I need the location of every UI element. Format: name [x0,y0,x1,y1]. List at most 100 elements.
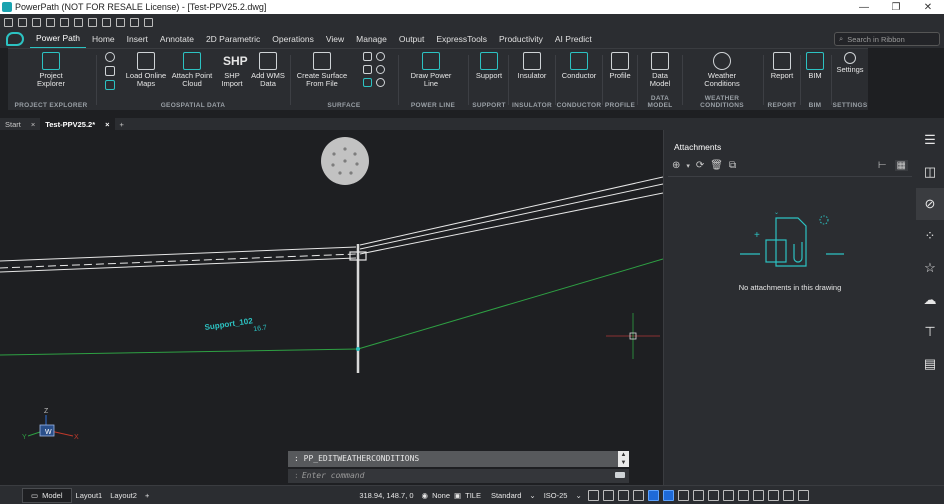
close-window-button[interactable]: ✕ [912,2,944,13]
shp-import-button[interactable]: SHP SHP Import [214,52,250,88]
data-model-button[interactable]: Data Model [642,52,678,88]
lineweight-value[interactable]: None [432,491,450,500]
tab-productivity[interactable]: Productivity [493,30,549,48]
snap-icon[interactable] [587,489,599,501]
command-input[interactable]: : Enter command [288,469,629,483]
new-file-icon[interactable] [4,17,13,27]
structure-tree-icon[interactable]: ⊤ [916,316,944,348]
lineweight-display-icon[interactable] [677,489,689,501]
plot-icon[interactable] [74,17,83,27]
tab-home[interactable]: Home [86,30,121,48]
blocks-icon[interactable]: ⁘ [916,220,944,252]
isolate-objects-icon[interactable] [752,489,764,501]
dim-style-select[interactable]: ISO-25 [540,491,572,500]
new-tab-button[interactable]: + [115,118,129,130]
surface-tools-grid[interactable] [354,52,394,87]
tab-insert[interactable]: Insert [121,30,154,48]
tab-power-path[interactable]: Power Path [30,29,86,49]
tab-expresstools[interactable]: ExpressTools [430,30,493,48]
support-button[interactable]: Support [470,52,508,80]
conductor-button[interactable]: Conductor [556,52,602,80]
polar-icon[interactable] [632,489,644,501]
load-online-maps-button[interactable]: Load Online Maps [124,52,168,88]
tile-icon[interactable]: ▣ [450,491,465,500]
save-as-icon[interactable] [46,17,55,27]
tab-manage[interactable]: Manage [350,30,393,48]
library-icon[interactable]: ▤ [916,348,944,380]
drawing-canvas[interactable]: Support_102 16.7 Z X Y W [0,130,663,485]
tab-model[interactable]: ▭ Model [22,487,72,503]
refresh-icon[interactable]: ⟳ [696,160,704,174]
profile-button[interactable]: Profile [603,52,637,80]
delete-icon[interactable]: 🗑 [710,160,723,174]
tab-view[interactable]: View [320,30,350,48]
customize-status-icon[interactable] [797,489,809,501]
add-layout-button[interactable]: + [141,491,153,500]
insulator-button[interactable]: Insulator [509,52,555,80]
table-view-icon[interactable]: ▦ [894,160,908,171]
attach-point-cloud-button[interactable]: Attach Point Cloud [170,52,214,88]
layers-icon[interactable]: ◫ [916,156,944,188]
tab-layout2[interactable]: Layout2 [106,491,141,500]
tab-drawing[interactable]: Test-PPV25.2* × [40,118,115,130]
tab-operations[interactable]: Operations [266,30,320,48]
ribbon-search-input[interactable]: ⌕ Search in Ribbon [834,32,940,46]
text-style-dropdown-icon[interactable]: ⌄ [525,491,539,500]
hardware-acceleration-icon[interactable] [767,489,779,501]
tab-start[interactable]: Start × [0,118,40,130]
save-icon[interactable] [32,17,41,27]
tab-2d-parametric[interactable]: 2D Parametric [200,30,266,48]
favorites-icon[interactable]: ☆ [916,252,944,284]
match-properties-icon[interactable] [116,17,125,27]
close-tab-icon[interactable]: × [105,120,109,129]
report-button[interactable]: Report [764,52,800,80]
draw-power-line-button[interactable]: Draw Power Line [406,52,456,88]
clean-screen-icon[interactable] [782,489,794,501]
drawing-view[interactable]: Support_102 16.7 Z X Y W [0,130,663,485]
tab-output[interactable]: Output [393,30,431,48]
tree-view-icon[interactable]: ⊢ [878,160,887,171]
command-history-toggle[interactable] [615,472,625,478]
create-surface-button[interactable]: Create Surface From File [294,52,350,88]
ribbon-panel: Project Explorer PROJECT EXPLORER Load O… [8,48,868,110]
attachments-icon[interactable]: ⊘ [916,188,944,220]
power-line-icon [422,52,440,70]
print-icon[interactable] [60,17,69,27]
project-explorer-button[interactable]: Project Explorer [30,52,72,88]
osnap-icon[interactable] [647,489,659,501]
add-wms-data-button[interactable]: Add WMS Data [248,52,288,88]
share-icon[interactable] [130,17,139,27]
add-dropdown-icon[interactable]: ▾ [686,160,690,174]
tab-layout1[interactable]: Layout1 [72,491,107,500]
minimize-button[interactable]: — [848,2,880,13]
workspace-switch-icon[interactable] [737,489,749,501]
text-style-select[interactable]: Standard [487,491,525,500]
dim-style-dropdown-icon[interactable]: ⌄ [571,491,585,500]
tile-toggle[interactable]: TILE [465,491,481,500]
properties-icon[interactable]: ☰ [916,124,944,156]
lineweight-icon[interactable]: ◉ [418,491,433,500]
tab-ai-predict[interactable]: AI Predict [549,30,598,48]
settings-button[interactable]: Settings [832,52,868,74]
otrack-icon[interactable] [662,489,674,501]
add-attachment-icon[interactable]: ⊕ [672,160,680,174]
redo-icon[interactable] [102,17,111,27]
open-external-icon[interactable]: ⧉ [729,160,736,174]
weather-conditions-button[interactable]: Weather Conditions [697,52,747,88]
bim-button[interactable]: BIM [801,52,829,80]
annotation-scale-icon[interactable] [722,489,734,501]
tab-annotate[interactable]: Annotate [154,30,200,48]
transparency-icon[interactable] [692,489,704,501]
application-menu-button[interactable] [0,30,30,48]
command-history-scroll[interactable]: ▲ ▼ [618,451,629,467]
cloud-storage-icon[interactable]: ☁ [916,284,944,316]
undo-icon[interactable] [88,17,97,27]
ortho-icon[interactable] [617,489,629,501]
selection-cycling-icon[interactable] [707,489,719,501]
geo-tools-column[interactable] [102,52,118,92]
restore-button[interactable]: ❐ [880,2,912,13]
workspace-icon[interactable] [144,17,153,27]
open-file-icon[interactable] [18,17,27,27]
grid-icon[interactable] [602,489,614,501]
close-tab-icon[interactable]: × [31,120,35,129]
